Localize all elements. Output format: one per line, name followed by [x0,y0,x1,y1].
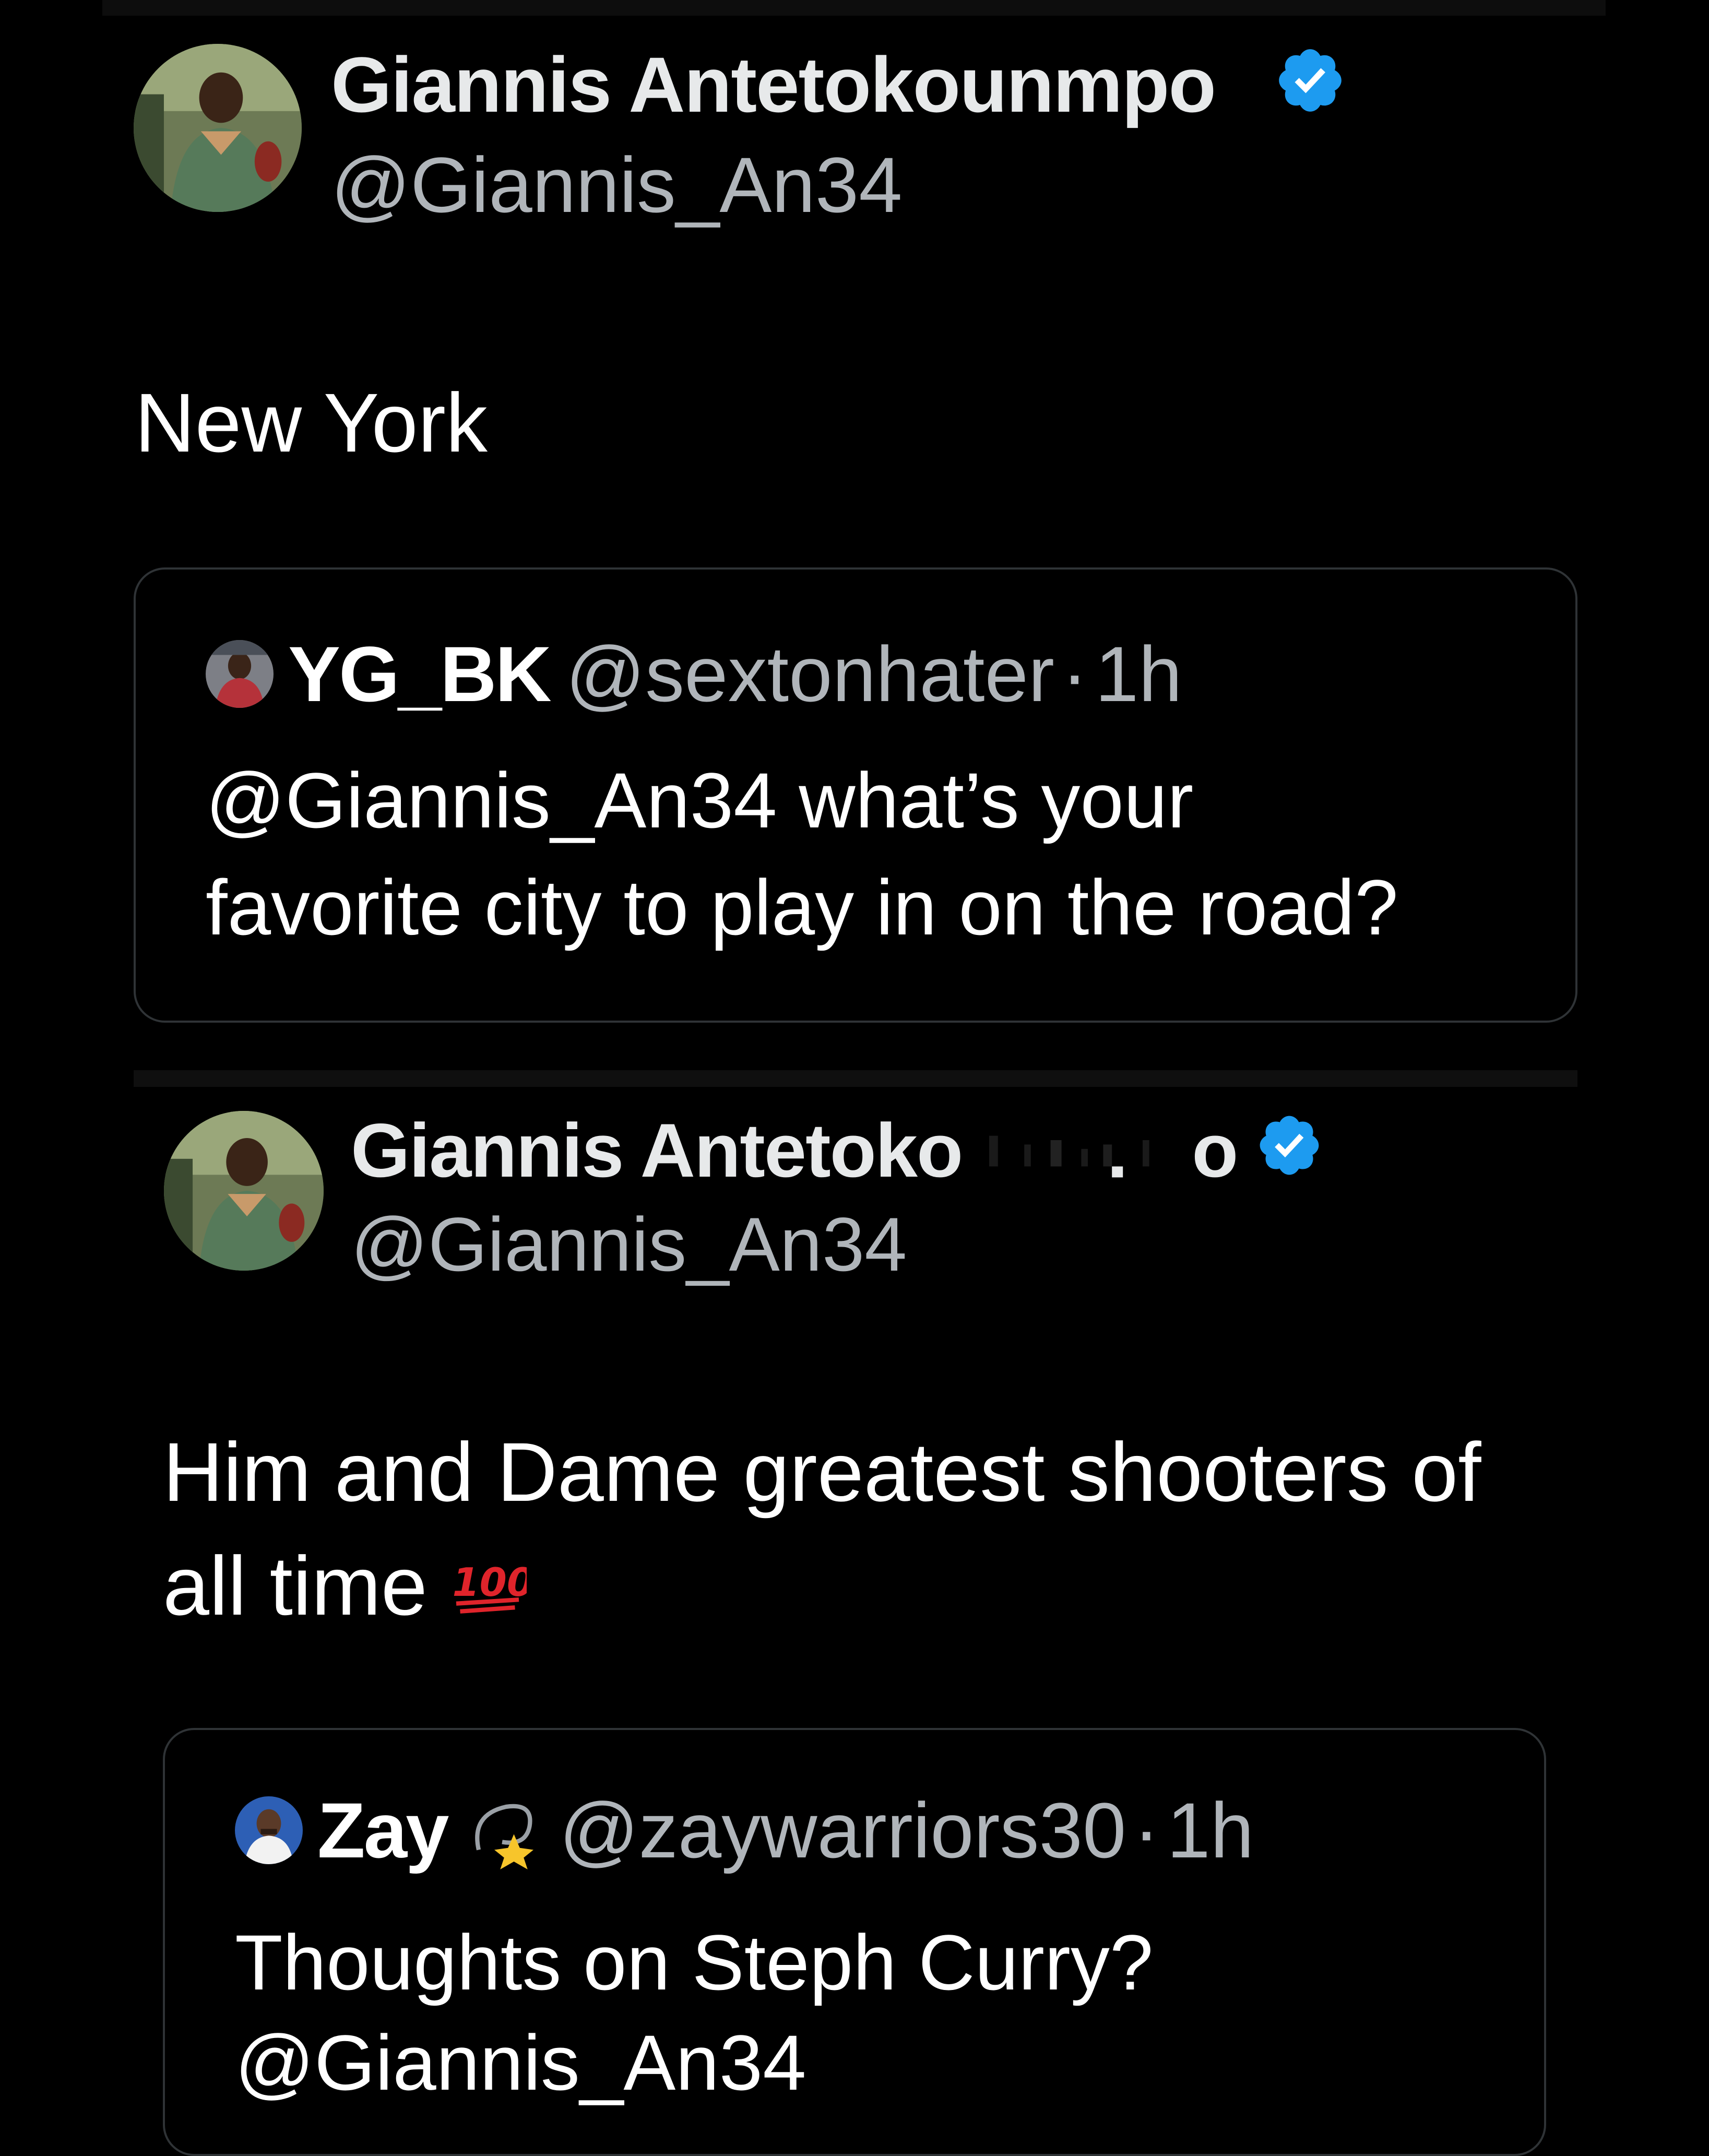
tweet-divider [134,1070,1577,1087]
avatar-photo [134,44,302,212]
quoted-author-handle[interactable]: @sextonhater [566,629,1054,719]
tweet-text-line-2: all time 100 [163,1529,527,1643]
quoted-avatar[interactable] [235,1796,303,1864]
author-name[interactable]: Giannis Antetoko o [351,1107,1238,1194]
tweet-text-line-2-words: all time [163,1539,428,1632]
quoted-author-name[interactable]: YG_BK [288,629,552,719]
author-name-start: Giannis Antetoko [351,1108,963,1193]
author-handle[interactable]: @Giannis_An34 [351,1201,907,1288]
quoted-timestamp[interactable]: 1h [1167,1785,1254,1876]
redacted-name-segment [967,1122,1186,1180]
avatar-photo [164,1111,324,1271]
separator-dot: · [1061,630,1088,718]
top-divider [102,0,1606,16]
quoted-avatar[interactable] [206,640,274,708]
author-name-end: o [1192,1108,1238,1193]
quoted-tweet-text-line-1: Thoughts on Steph Curry? [235,1918,1154,2006]
tweet-text-line-1: Him and Dame greatest shooters of [163,1425,1481,1519]
author-name[interactable]: Giannis Antetokounmpo [331,40,1216,130]
quoted-tweet-text-line-1: @Giannis_An34 what’s your [206,756,1194,844]
quoted-tweet-text-line-2: favorite city to play in on the road? [206,863,1398,951]
dizzy-star-emoji [463,1791,541,1869]
quoted-tweet-header: YG_BK @sextonhater · 1h [206,617,1182,731]
tweet-text: New York [135,376,488,469]
quoted-timestamp[interactable]: 1h [1095,629,1182,719]
hundred-points-emoji: 100 [448,1552,527,1620]
separator-dot: · [1133,1786,1160,1874]
avatar[interactable] [164,1111,324,1271]
quoted-author-handle[interactable]: @zaywarriors30 [559,1785,1126,1876]
verified-badge-icon [1274,44,1347,117]
quoted-tweet-card[interactable]: YG_BK @sextonhater · 1h @Giannis_An34 wh… [134,567,1577,1023]
quoted-tweet-text-line-2: @Giannis_An34 [235,2019,806,2106]
author-handle[interactable]: @Giannis_An34 [331,140,903,230]
avatar[interactable] [134,44,302,212]
quoted-author-name[interactable]: Zay [317,1785,449,1876]
verified-badge-icon [1255,1111,1324,1180]
quoted-tweet-card[interactable]: Zay @zaywarriors30 · 1h Thoughts on Step… [163,1728,1546,2156]
quoted-tweet-header: Zay @zaywarriors30 · 1h [235,1773,1254,1888]
